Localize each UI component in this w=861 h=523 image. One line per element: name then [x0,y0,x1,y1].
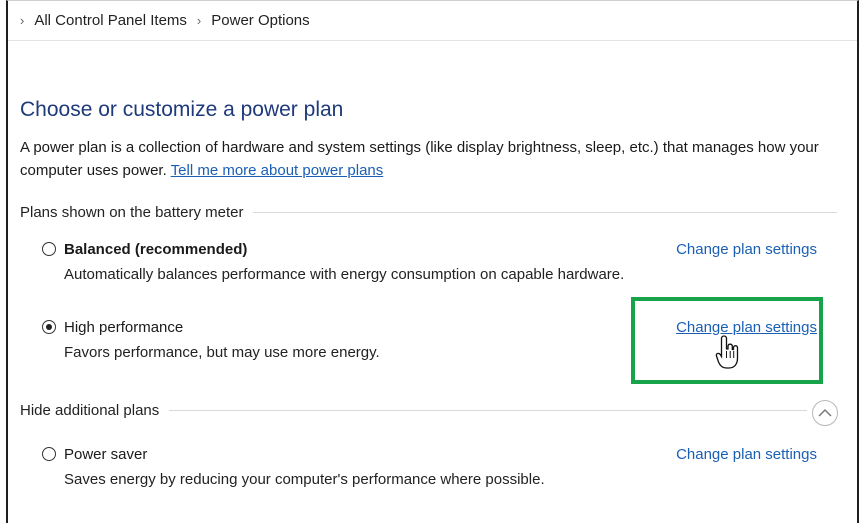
page-title: Choose or customize a power plan [20,98,344,121]
breadcrumb: › All Control Panel Items › Power Option… [8,1,857,41]
plan-name[interactable]: Balanced (recommended) [64,241,676,258]
page-description: A power plan is a collection of hardware… [20,136,820,182]
change-plan-settings-link[interactable]: Change plan settings [676,446,817,463]
radio-power-saver[interactable] [42,447,56,461]
plan-description: Automatically balances performance with … [64,266,625,283]
section-additional-plans[interactable]: Hide additional plans [20,402,807,419]
radio-high-performance[interactable] [42,320,56,334]
chevron-right-icon[interactable]: › [197,13,201,28]
plan-name[interactable]: High performance [64,319,676,336]
section-label: Plans shown on the battery meter [20,204,244,221]
section-label[interactable]: Hide additional plans [20,402,159,419]
chevron-right-icon[interactable]: › [20,13,24,28]
plan-balanced: Balanced (recommended) Change plan setti… [42,238,817,283]
chevron-up-icon[interactable] [812,400,838,426]
change-plan-settings-link[interactable]: Change plan settings [676,241,817,258]
control-panel-window: › All Control Panel Items › Power Option… [6,0,859,523]
divider [169,410,807,411]
tell-me-more-link[interactable]: Tell me more about power plans [171,162,384,179]
radio-balanced[interactable] [42,242,56,256]
description-text: A power plan is a collection of hardware… [20,139,819,179]
section-battery-meter: Plans shown on the battery meter [20,204,837,221]
hand-pointer-icon [715,335,739,369]
plan-description: Saves energy by reducing your computer's… [64,471,545,488]
plan-power-saver: Power saver Change plan settings Saves e… [42,443,817,488]
plan-name[interactable]: Power saver [64,446,676,463]
divider [253,212,837,213]
breadcrumb-item-all-control-panel-items[interactable]: All Control Panel Items [34,12,187,29]
breadcrumb-item-power-options[interactable]: Power Options [211,12,309,29]
